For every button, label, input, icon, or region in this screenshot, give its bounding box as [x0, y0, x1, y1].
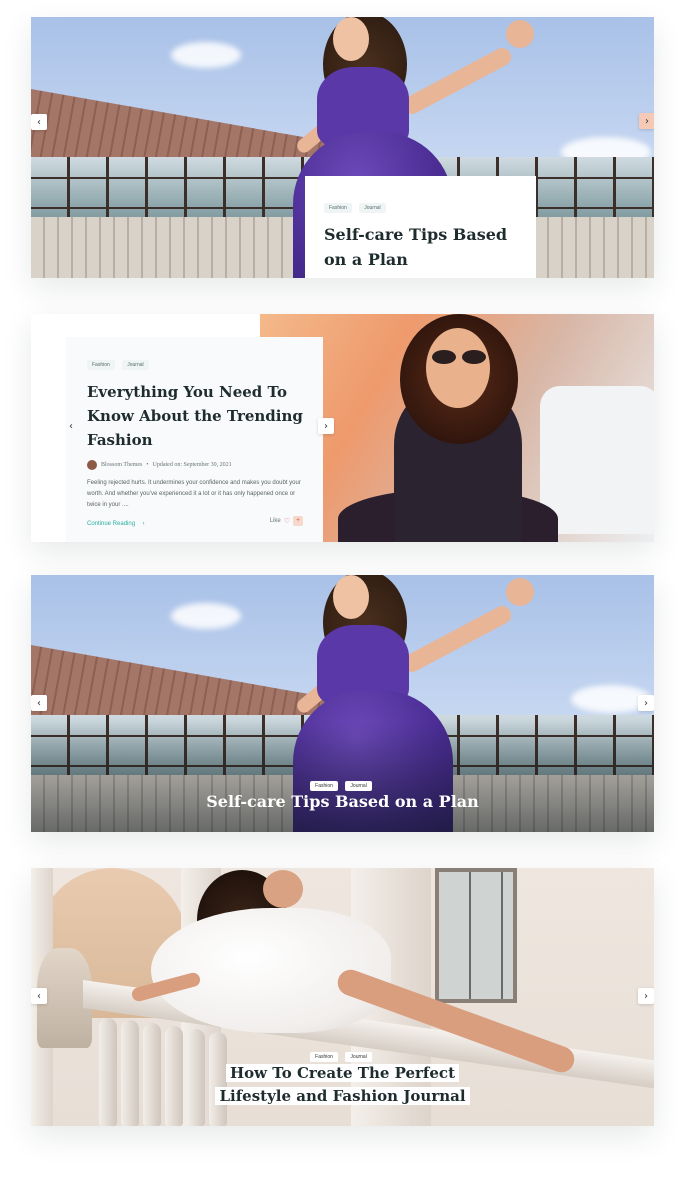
- slider-next-button[interactable]: ›: [638, 695, 654, 711]
- plus-icon[interactable]: +: [293, 516, 303, 526]
- tag-journal[interactable]: Journal: [122, 360, 149, 370]
- slider-prev-button[interactable]: ‹: [63, 418, 79, 434]
- slider-next-button[interactable]: ›: [639, 113, 654, 129]
- post-excerpt: Feeling rejected hurts. It undermines yo…: [87, 480, 301, 508]
- slide-tags: Fashion Journal: [31, 774, 654, 792]
- slider-prev-button[interactable]: ‹: [31, 988, 47, 1004]
- tag-fashion[interactable]: Fashion: [324, 203, 352, 213]
- meta-separator: •: [146, 462, 149, 468]
- post-footer: Continue Reading › Like ♡ +: [87, 512, 303, 530]
- slide-title[interactable]: Self-care Tips Based on a Plan: [31, 792, 654, 811]
- slide-title[interactable]: How To Create The Perfect Lifestyle and …: [215, 1064, 470, 1105]
- slider-prev-button[interactable]: ‹: [31, 114, 47, 130]
- slider-card-2: Fashion Journal Everything You Need To K…: [31, 314, 654, 542]
- arrow-right-icon: ›: [142, 521, 145, 527]
- slide-title-wrap: How To Create The Perfect Lifestyle and …: [201, 1062, 484, 1108]
- slide-content-panel: Fashion Journal Everything You Need To K…: [66, 337, 323, 542]
- tag-fashion[interactable]: Fashion: [310, 1052, 338, 1062]
- like-label: Like: [269, 518, 281, 524]
- slider-card-4: ‹ › Fashion Journal How To Create The Pe…: [31, 868, 654, 1126]
- slide-caption-box: Fashion Journal Self-care Tips Based on …: [305, 176, 536, 278]
- slider-next-button[interactable]: ›: [638, 988, 654, 1004]
- sunglasses: [430, 350, 490, 364]
- post-meta: Blossom Themes • Updated on: September 3…: [87, 460, 303, 470]
- slider-prev-button[interactable]: ‹: [31, 695, 47, 711]
- slider-card-1: ‹ › Fashion Journal Self-care Tips Based…: [31, 17, 654, 278]
- tag-fashion[interactable]: Fashion: [87, 360, 115, 370]
- tag-journal[interactable]: Journal: [359, 203, 386, 213]
- heart-icon[interactable]: ♡: [284, 517, 290, 525]
- author-name[interactable]: Blossom Themes: [101, 462, 142, 468]
- like-control[interactable]: Like ♡ +: [270, 516, 303, 526]
- slide-tags: Fashion Journal: [324, 196, 517, 214]
- slide-tags: Fashion Journal: [87, 353, 303, 371]
- continue-reading-label: Continue Reading: [87, 521, 136, 527]
- updated-date: Updated on: September 30, 2021: [152, 462, 232, 468]
- slide-title[interactable]: Everything You Need To Know About the Tr…: [87, 380, 303, 452]
- tag-fashion[interactable]: Fashion: [310, 781, 338, 791]
- author-avatar[interactable]: [87, 460, 97, 470]
- continue-reading-link[interactable]: Continue Reading ›: [87, 512, 145, 530]
- slide-title[interactable]: Self-care Tips Based on a Plan: [324, 222, 517, 272]
- slide-tags: Fashion Journal: [31, 1045, 654, 1063]
- tag-journal[interactable]: Journal: [345, 781, 372, 791]
- tag-journal[interactable]: Journal: [345, 1052, 372, 1062]
- slider-next-button[interactable]: ›: [318, 418, 334, 434]
- slider-card-3: ‹ › Fashion Journal Self-care Tips Based…: [31, 575, 654, 832]
